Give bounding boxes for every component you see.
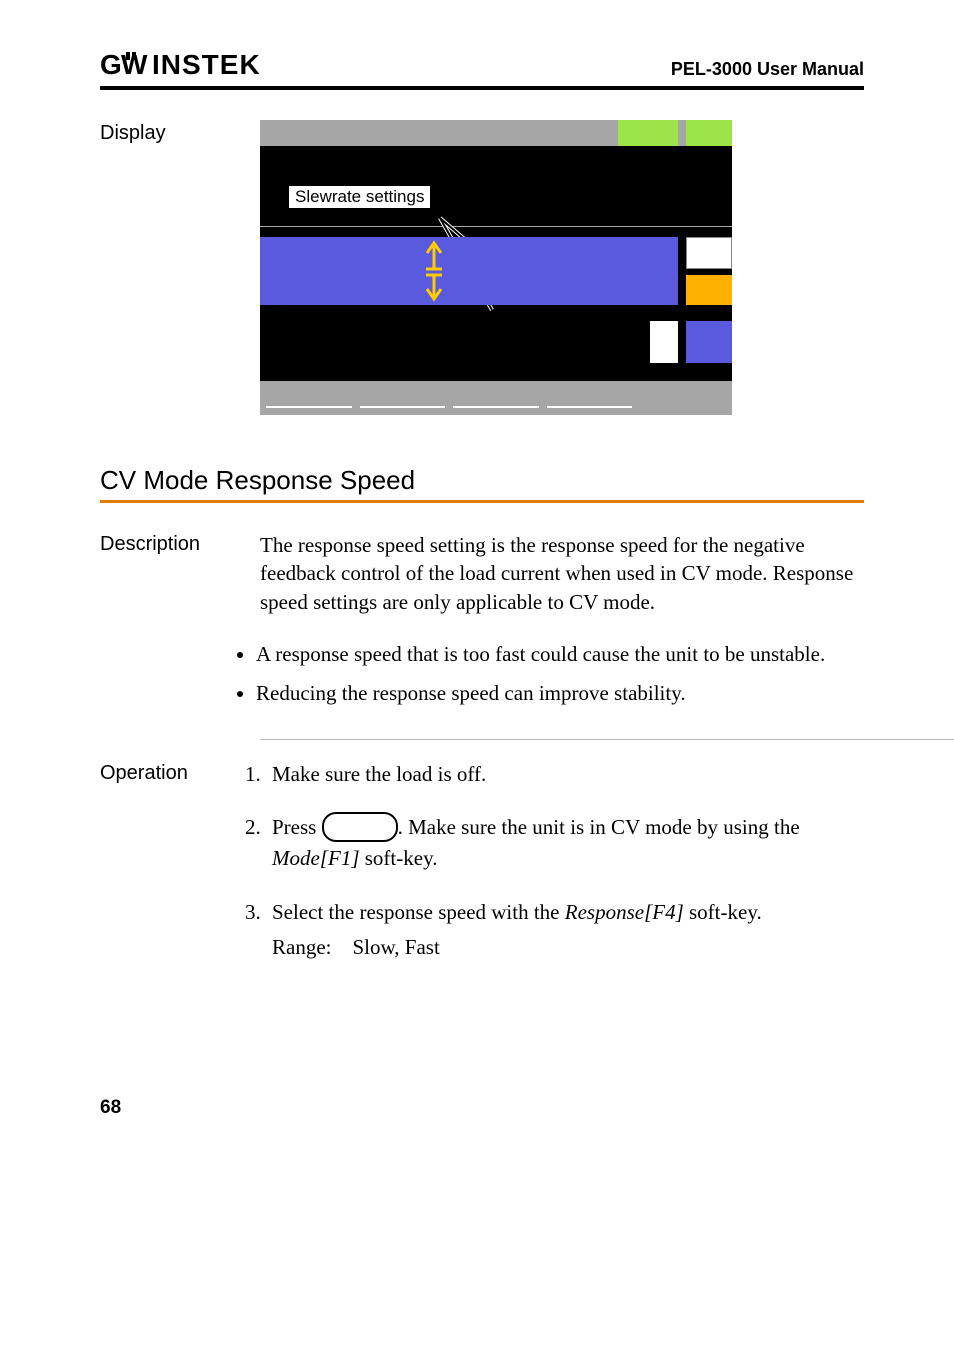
description-paragraph: The response speed setting is the respon…	[260, 531, 864, 616]
svg-text:INSTEK: INSTEK	[152, 50, 261, 80]
svg-text:G: G	[100, 50, 123, 80]
softkey-ref: Mode[F1]	[272, 846, 360, 870]
section-heading: CV Mode Response Speed	[100, 465, 864, 496]
bullet-item: A response speed that is too fast could …	[256, 640, 864, 669]
step-item: Make sure the load is off.	[266, 760, 864, 789]
page-number: 68	[100, 1097, 864, 1119]
screen-midrow	[260, 237, 732, 305]
step-item: Press . Make sure the unit is in CV mode…	[266, 813, 864, 874]
screen-lowrow	[260, 321, 732, 363]
button-placeholder-icon	[322, 812, 398, 842]
bullet-item: Reducing the response speed can improve …	[256, 679, 864, 708]
step-item: Select the response speed with the Respo…	[266, 898, 864, 963]
thin-divider	[260, 739, 954, 740]
operation-label: Operation	[100, 760, 260, 785]
slewrate-arrows-icon	[420, 239, 450, 303]
screen-topbar	[260, 120, 732, 146]
device-screenshot: Slewrate settings	[260, 120, 732, 415]
range-value: Slow, Fast	[352, 935, 439, 959]
screen-softkeys	[260, 381, 732, 415]
description-bullets: A response speed that is too fast could …	[232, 640, 864, 709]
operation-steps: Make sure the load is off. Press . Make …	[240, 760, 864, 963]
section-divider	[100, 500, 864, 503]
range-label: Range:	[272, 935, 331, 959]
header-divider	[100, 86, 864, 90]
page-header: G W INSTEK PEL-3000 User Manual	[100, 50, 864, 80]
brand-logo: G W INSTEK	[100, 50, 280, 80]
display-label: Display	[100, 120, 260, 145]
softkey-ref: Response[F4]	[565, 900, 684, 924]
manual-title: PEL-3000 User Manual	[671, 59, 864, 80]
description-label: Description	[100, 531, 260, 556]
slewrate-callout: Slewrate settings	[288, 185, 431, 209]
